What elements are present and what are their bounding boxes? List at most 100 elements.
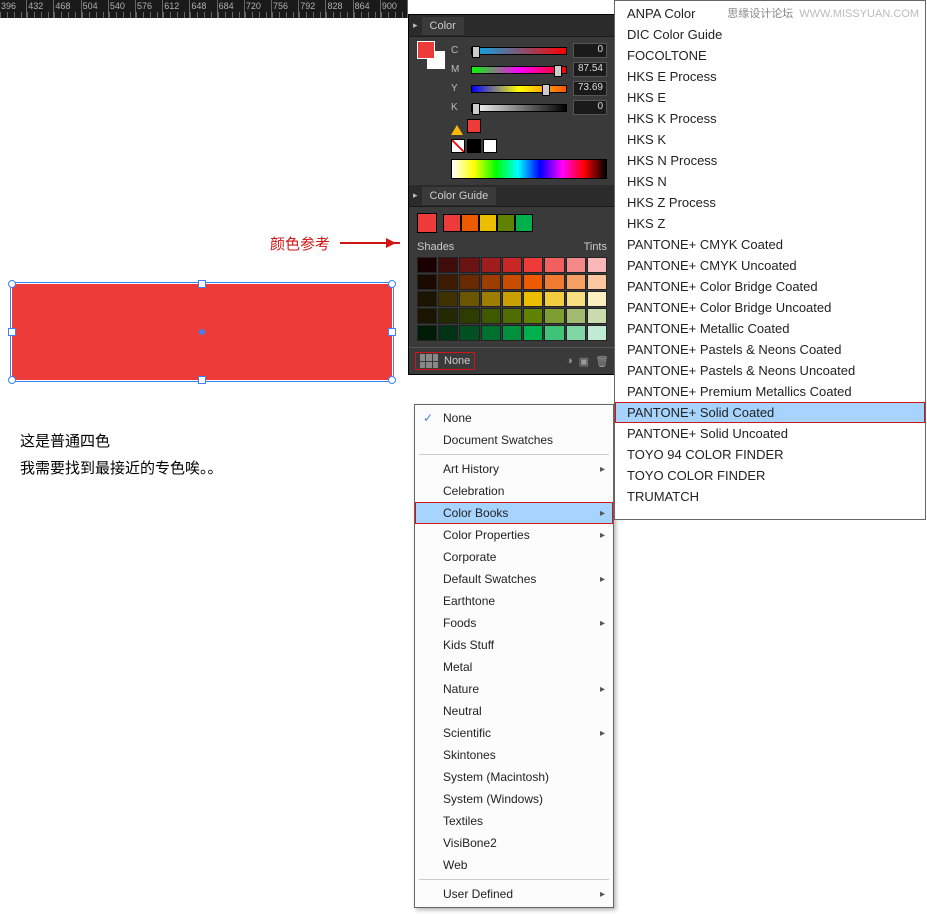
menu-item-pantone-cmyk-coated[interactable]: PANTONE+ CMYK Coated <box>615 234 925 255</box>
slider-knob[interactable] <box>472 103 480 115</box>
menu-item-color-properties[interactable]: Color Properties <box>415 524 613 546</box>
variation-swatch[interactable] <box>459 257 479 273</box>
menu-item-pantone-solid-coated[interactable]: PANTONE+ Solid Coated <box>615 402 925 423</box>
menu-item-web[interactable]: Web <box>415 854 613 876</box>
menu-item-dic-color-guide[interactable]: DIC Color Guide <box>615 24 925 45</box>
channel-value[interactable]: 87.54 <box>573 62 607 77</box>
gamut-swatch[interactable] <box>467 119 481 133</box>
menu-item-pantone-premium-metallics-coated[interactable]: PANTONE+ Premium Metallics Coated <box>615 381 925 402</box>
color-guide-panel-header[interactable]: ▸ Color Guide <box>409 185 615 207</box>
menu-item-pantone-pastels-neons-uncoated[interactable]: PANTONE+ Pastels & Neons Uncoated <box>615 360 925 381</box>
variation-swatch[interactable] <box>544 274 564 290</box>
anchor-tm[interactable] <box>198 280 206 288</box>
base-color-swatch[interactable] <box>417 213 437 233</box>
variation-swatch[interactable] <box>566 274 586 290</box>
variation-swatch[interactable] <box>587 257 607 273</box>
variation-swatch[interactable] <box>481 291 501 307</box>
variation-swatch[interactable] <box>544 257 564 273</box>
menu-item-toyo-94-color-finder[interactable]: TOYO 94 COLOR FINDER <box>615 444 925 465</box>
menu-item-system-windows-[interactable]: System (Windows) <box>415 788 613 810</box>
variation-swatch[interactable] <box>566 325 586 341</box>
menu-item-system-macintosh-[interactable]: System (Macintosh) <box>415 766 613 788</box>
anchor-br[interactable] <box>388 376 396 384</box>
variation-swatch[interactable] <box>587 274 607 290</box>
menu-item-hks-e[interactable]: HKS E <box>615 87 925 108</box>
harmony-swatch[interactable] <box>515 214 533 232</box>
variation-swatch[interactable] <box>438 291 458 307</box>
menu-item-hks-k-process[interactable]: HKS K Process <box>615 108 925 129</box>
variation-swatch[interactable] <box>523 274 543 290</box>
menu-item-color-books[interactable]: Color Books <box>415 502 613 524</box>
variation-swatch[interactable] <box>459 291 479 307</box>
menu-item-hks-z[interactable]: HKS Z <box>615 213 925 234</box>
variation-swatch[interactable] <box>544 325 564 341</box>
variation-swatch[interactable] <box>459 308 479 324</box>
variation-swatch[interactable] <box>417 291 437 307</box>
anchor-tl[interactable] <box>8 280 16 288</box>
menu-item-document-swatches[interactable]: Document Swatches <box>415 429 613 451</box>
harmony-swatch[interactable] <box>479 214 497 232</box>
channel-slider[interactable] <box>471 66 567 74</box>
variation-swatch[interactable] <box>587 291 607 307</box>
variation-swatch[interactable] <box>502 325 522 341</box>
menu-item-focoltone[interactable]: FOCOLTONE <box>615 45 925 66</box>
variation-swatch[interactable] <box>502 257 522 273</box>
slider-knob[interactable] <box>472 46 480 58</box>
fill-swatch[interactable] <box>417 41 435 59</box>
menu-item-nature[interactable]: Nature <box>415 678 613 700</box>
menu-item-hks-k[interactable]: HKS K <box>615 129 925 150</box>
menu-item-skintones[interactable]: Skintones <box>415 744 613 766</box>
channel-value[interactable]: 0 <box>573 100 607 115</box>
menu-item-scientific[interactable]: Scientific <box>415 722 613 744</box>
variation-swatch[interactable] <box>566 291 586 307</box>
menu-item-corporate[interactable]: Corporate <box>415 546 613 568</box>
variation-swatch[interactable] <box>544 308 564 324</box>
menu-item-visibone2[interactable]: VisiBone2 <box>415 832 613 854</box>
edit-colors-icon[interactable]: ◑ <box>566 355 573 368</box>
variation-swatch[interactable] <box>587 325 607 341</box>
menu-item-hks-n-process[interactable]: HKS N Process <box>615 150 925 171</box>
expand-icon[interactable]: ▸ <box>413 190 418 201</box>
menu-item-art-history[interactable]: Art History <box>415 458 613 480</box>
harmony-swatch[interactable] <box>497 214 515 232</box>
slider-knob[interactable] <box>542 84 550 96</box>
variation-swatch[interactable] <box>566 257 586 273</box>
channel-slider[interactable] <box>471 104 567 112</box>
anchor-mr[interactable] <box>388 328 396 336</box>
menu-item-textiles[interactable]: Textiles <box>415 810 613 832</box>
harmony-swatch[interactable] <box>461 214 479 232</box>
variation-swatch[interactable] <box>523 291 543 307</box>
white-swatch[interactable] <box>483 139 497 153</box>
menu-item-trumatch[interactable]: TRUMATCH <box>615 486 925 507</box>
variation-swatch[interactable] <box>502 274 522 290</box>
none-swatch[interactable] <box>451 139 465 153</box>
gamut-warning-icon[interactable] <box>451 119 463 135</box>
color-guide-tab[interactable]: Color Guide <box>422 187 497 205</box>
variation-swatch[interactable] <box>502 291 522 307</box>
variation-swatch[interactable] <box>523 308 543 324</box>
variation-swatch[interactable] <box>523 257 543 273</box>
variation-swatch[interactable] <box>544 291 564 307</box>
variation-swatch[interactable] <box>438 325 458 341</box>
library-dropdown[interactable]: None <box>415 352 475 370</box>
menu-item-kids-stuff[interactable]: Kids Stuff <box>415 634 613 656</box>
menu-item-earthtone[interactable]: Earthtone <box>415 590 613 612</box>
variation-grid[interactable] <box>417 257 607 341</box>
center-point[interactable] <box>199 329 205 335</box>
variation-swatch[interactable] <box>417 325 437 341</box>
anchor-bl[interactable] <box>8 376 16 384</box>
variation-swatch[interactable] <box>417 274 437 290</box>
variation-swatch[interactable] <box>587 308 607 324</box>
menu-item-none[interactable]: None <box>415 407 613 429</box>
variation-swatch[interactable] <box>481 257 501 273</box>
menu-item-pantone-pastels-neons-coated[interactable]: PANTONE+ Pastels & Neons Coated <box>615 339 925 360</box>
variation-swatch[interactable] <box>502 308 522 324</box>
channel-slider[interactable] <box>471 85 567 93</box>
menu-item-metal[interactable]: Metal <box>415 656 613 678</box>
black-swatch[interactable] <box>467 139 481 153</box>
variation-swatch[interactable] <box>523 325 543 341</box>
anchor-ml[interactable] <box>8 328 16 336</box>
canvas[interactable]: 颜色参考 这是普通四色 我需要找到最接近的专色唉。。 <box>0 18 408 914</box>
variation-swatch[interactable] <box>481 325 501 341</box>
anchor-tr[interactable] <box>388 280 396 288</box>
